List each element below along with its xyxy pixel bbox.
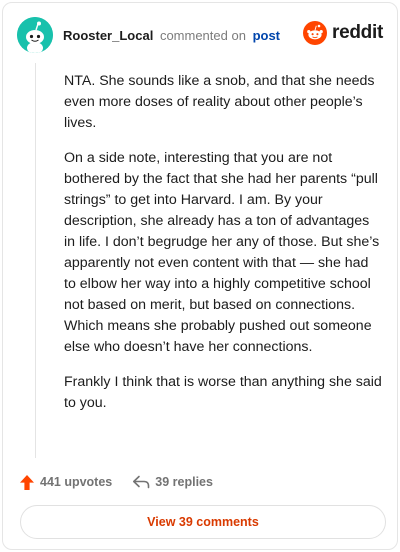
user-avatar[interactable] (17, 17, 53, 53)
view-comments-button[interactable]: View 39 comments (20, 505, 386, 539)
comment-paragraph-1: NTA. She sounds like a snob, and that sh… (64, 73, 375, 131)
replies-button[interactable]: 39 replies (132, 475, 213, 489)
comment-card: Rooster_Local commented on post reddit N… (2, 2, 398, 550)
snoo-avatar-icon (17, 17, 53, 53)
comment-actions: 441 upvotes 39 replies (19, 472, 213, 492)
comment-header: Rooster_Local commented on post reddit (17, 17, 383, 53)
reply-arrow-icon (133, 475, 150, 489)
reddit-wordmark: reddit (332, 22, 383, 43)
username[interactable]: Rooster_Local (63, 28, 153, 43)
comment-body: NTA. She sounds like a snob, and that sh… (64, 71, 382, 428)
upvote-count: 441 upvotes (40, 475, 113, 489)
replies-count: 39 replies (155, 475, 213, 489)
comment-paragraph-2: On a side note, interesting that you are… (64, 150, 380, 355)
comment-meta: Rooster_Local commented on post (63, 28, 280, 43)
reddit-logo[interactable]: reddit (303, 21, 383, 45)
post-link[interactable]: post (253, 28, 280, 43)
thread-line (35, 63, 36, 458)
reddit-logo-icon (303, 21, 328, 45)
comment-paragraph-3: Frankly I think that is worse than anyth… (64, 374, 382, 411)
action-text: commented on (159, 27, 246, 43)
upvote-arrow-icon (20, 474, 34, 490)
upvote-button[interactable]: 441 upvotes (19, 474, 112, 491)
